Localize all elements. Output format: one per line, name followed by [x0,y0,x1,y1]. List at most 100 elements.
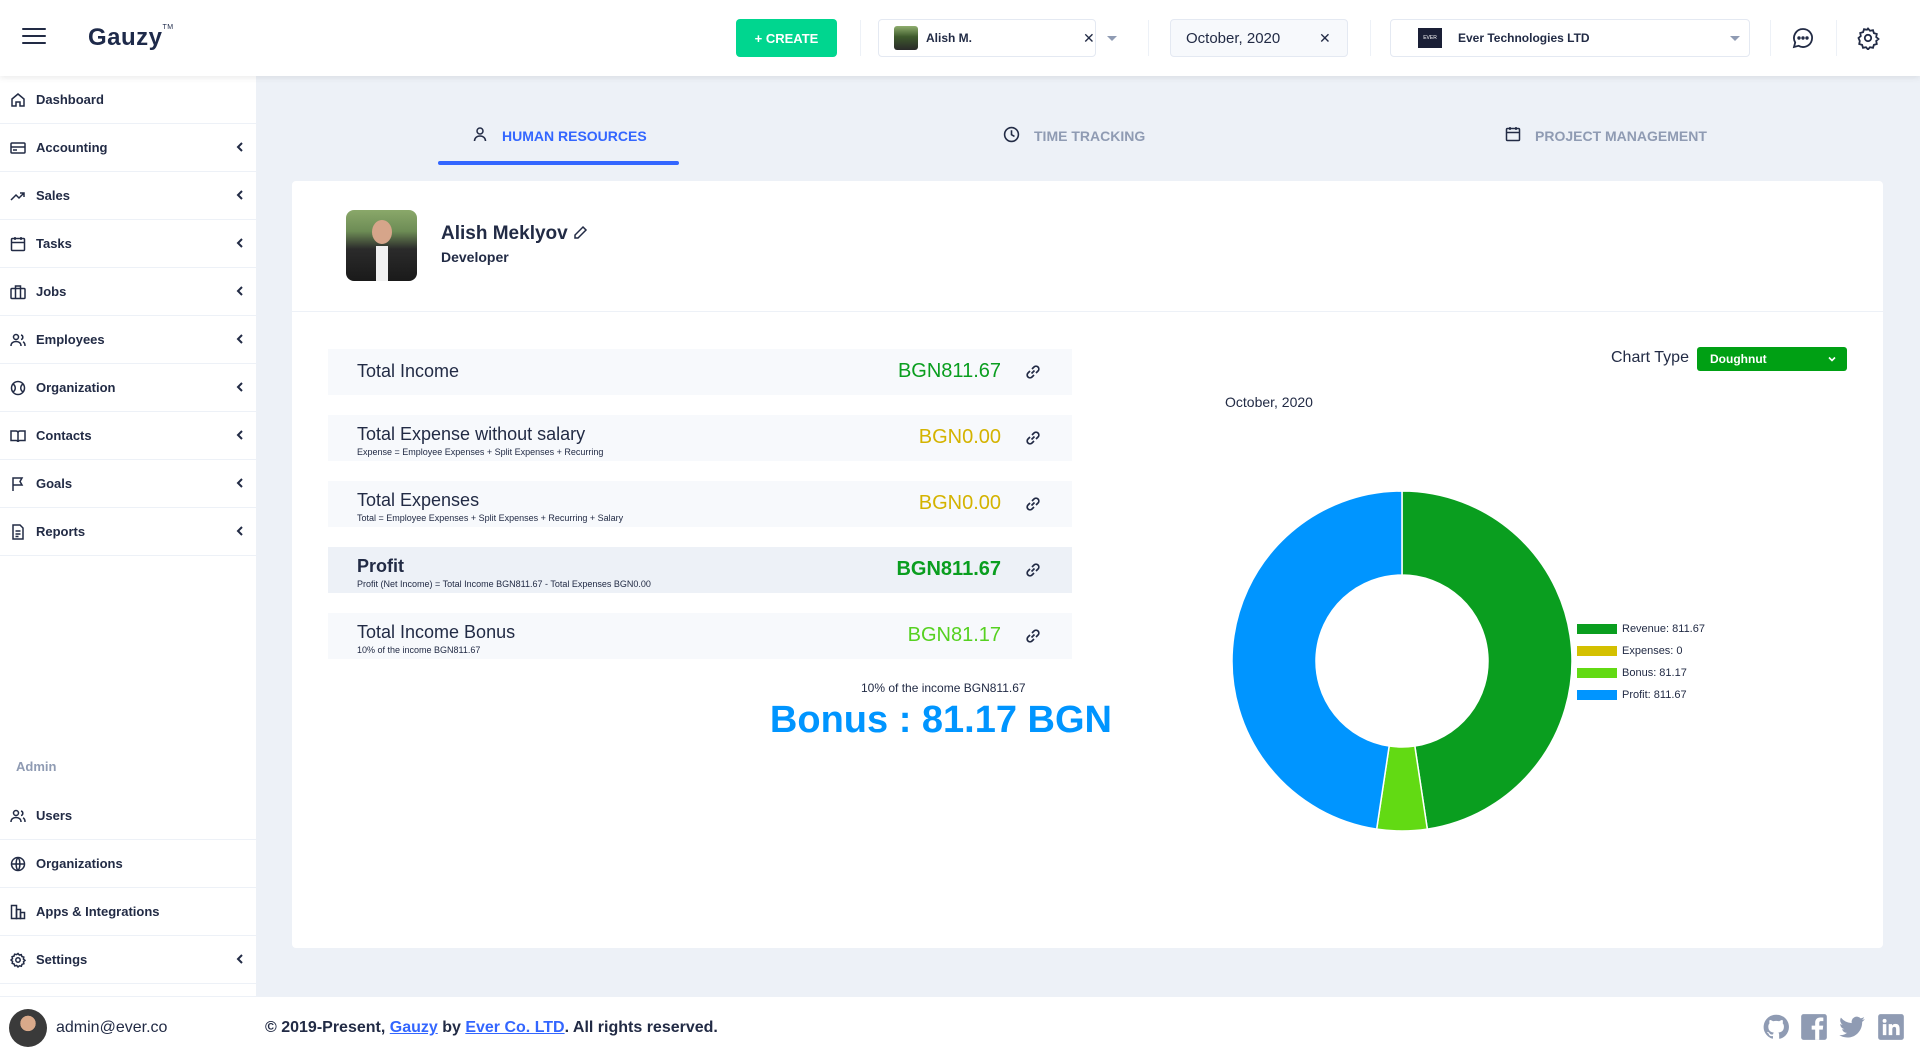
tab-human-resources[interactable]: HUMAN RESOURCES [472,126,647,164]
stat-title: Total Income Bonus [357,622,516,642]
active-tab-indicator [438,161,679,165]
tab-project-management[interactable]: PROJECT MANAGEMENT [1505,126,1707,164]
trending-up-icon [10,191,25,201]
link-icon[interactable] [1024,495,1042,513]
book-icon [10,429,26,442]
create-button[interactable]: + CREATE [736,19,837,57]
stat-title: Profit [357,556,404,576]
stat-title: Total Income [357,361,460,381]
bonus-headline: Bonus : 81.17 BGN [769,699,1112,741]
stat-total-income: Total Income BGN811.67 [328,349,1072,395]
organization-name: Ever Technologies LTD [1458,31,1590,45]
sidebar-item-jobs[interactable]: Jobs [0,268,256,316]
profile-name: Alish Meklyov [441,223,568,244]
clear-employee-icon[interactable]: ✕ [1083,30,1095,47]
sidebar-item-settings[interactable]: Settings [0,936,256,984]
chevron-left-icon [236,334,243,344]
linkedin-icon[interactable] [1877,1013,1905,1041]
facebook-icon[interactable] [1800,1013,1828,1041]
sidebar-item-contacts[interactable]: Contacts [0,412,256,460]
user-avatar[interactable] [9,1009,47,1047]
home-icon [11,92,25,107]
stat-value: BGN81.17 [907,624,1001,646]
sidebar-item-label: Sales [36,188,70,203]
sidebar-item-label: Employees [36,332,105,347]
stat-title: Total Expense without salary [357,424,586,444]
sidebar-item-organization[interactable]: Organization [0,364,256,412]
gauzy-link[interactable]: Gauzy [390,1019,438,1036]
legend-swatch [1577,624,1617,634]
person-icon [473,127,487,142]
legend-item-revenue[interactable]: Revenue: 811.67 [1577,618,1705,640]
chevron-left-icon [236,286,243,296]
tab-label: TIME TRACKING [1034,128,1146,144]
sidebar-item-label: Accounting [36,140,108,155]
sidebar-item-organizations[interactable]: Organizations [0,840,256,888]
chart-type-select[interactable]: Doughnut [1697,347,1847,371]
sidebar-item-goals[interactable]: Goals [0,460,256,508]
slice-profit[interactable] [1231,490,1403,830]
divider [1148,20,1149,56]
edit-icon[interactable] [572,225,588,241]
stat-value: BGN811.67 [897,360,1001,382]
profile-role: Developer [441,249,509,265]
user-email: admin@ever.co [56,1019,168,1036]
sidebar-item-label: Dashboard [36,92,104,107]
date-selector[interactable]: October, 2020 ✕ [1170,19,1348,57]
chevron-left-icon [236,142,243,152]
sidebar-item-accounting[interactable]: Accounting [0,124,256,172]
employee-dropdown-icon[interactable] [1107,35,1117,41]
settings-icon [10,951,26,968]
sidebar-item-employees[interactable]: Employees [0,316,256,364]
link-icon[interactable] [1024,561,1042,579]
link-icon[interactable] [1024,429,1042,447]
chevron-left-icon [236,382,243,392]
sidebar-item-label: Users [36,808,73,823]
slice-revenue[interactable] [1401,490,1573,830]
legend-item-expenses[interactable]: Expenses: 0 [1577,640,1705,662]
tab-time-tracking[interactable]: TIME TRACKING [1003,126,1145,164]
legend-item-bonus[interactable]: Bonus: 81.17 [1577,662,1705,684]
legend-label: Expenses: 0 [1622,645,1683,657]
settings-icon[interactable] [1856,26,1880,50]
github-icon[interactable] [1762,1013,1790,1041]
profile-photo [346,210,417,281]
tab-label: PROJECT MANAGEMENT [1535,128,1707,144]
sidebar-item-label: Tasks [36,236,72,251]
clear-date-icon[interactable]: ✕ [1319,30,1331,47]
twitter-icon[interactable] [1838,1013,1866,1041]
legend-item-profit[interactable]: Profit: 811.67 [1577,684,1705,706]
sidebar-item-tasks[interactable]: Tasks [0,220,256,268]
menu-toggle-icon[interactable] [22,28,46,46]
organization-selector[interactable]: EVER Ever Technologies LTD [1390,19,1750,57]
employee-selector[interactable]: Alish M. ✕ [878,19,1117,57]
stat-title: Total Expenses [357,490,480,510]
stat-subtitle: Profit (Net Income) = Total Income BGN81… [357,579,651,589]
link-icon[interactable] [1024,627,1042,645]
sidebar-item-users[interactable]: Users [0,792,256,840]
sidebar-item-sales[interactable]: Sales [0,172,256,220]
sidebar-item-label: Jobs [36,284,67,299]
footer: admin@ever.co © 2019-Present, Gauzy by E… [0,996,1920,1057]
organization-logo: EVER [1418,28,1442,48]
sidebar-item-reports[interactable]: Reports [0,508,256,556]
bonus-note: 10% of the income BGN811.67 [861,681,1026,695]
employee-dashboard-card: Alish Meklyov Developer Total Income BGN… [292,181,1883,948]
divider [860,20,861,56]
legend-label: Bonus: 81.17 [1622,667,1687,679]
sidebar-item-apps-integrations[interactable]: Apps & Integrations [0,888,256,936]
sidebar-item-label: Contacts [36,428,92,443]
chevron-left-icon [236,238,243,248]
sidebar-item-dashboard[interactable]: Dashboard [0,76,256,124]
ever-co-link[interactable]: Ever Co. LTD [465,1019,564,1036]
logo[interactable]: GauzyTM [88,24,174,52]
sidebar-item-label: Reports [36,524,86,539]
legend-swatch [1577,646,1617,656]
stat-value: BGN0.00 [918,492,1001,514]
chevron-down-icon [1828,356,1836,362]
chevron-left-icon [236,430,243,440]
divider [1370,20,1371,56]
organization-dropdown-icon[interactable] [1730,35,1740,41]
link-icon[interactable] [1024,363,1042,381]
chat-icon[interactable] [1791,26,1815,50]
